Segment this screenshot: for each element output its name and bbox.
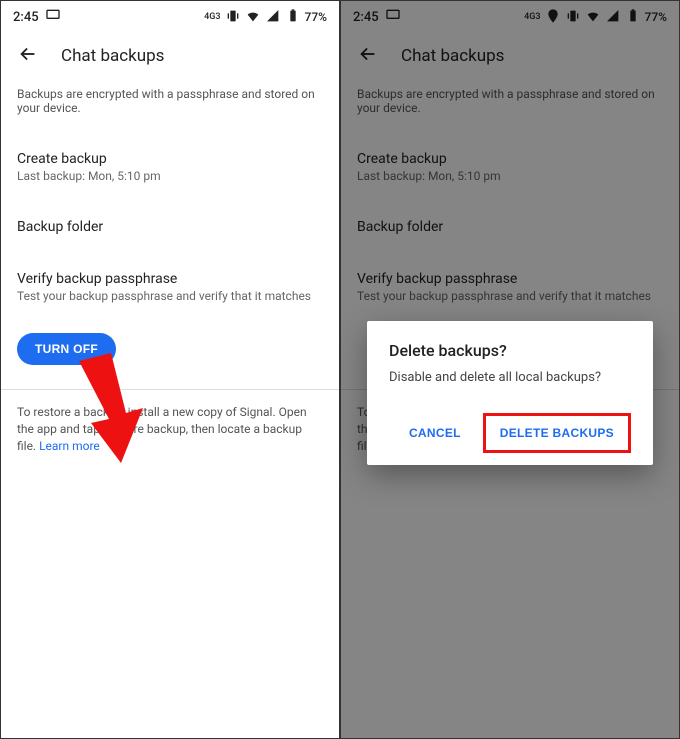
dialog-body: Disable and delete all local backups? [389, 370, 631, 385]
battery-icon [625, 8, 641, 27]
create-backup-title: Create backup [17, 151, 323, 167]
restore-hint: To restore a backup, install a new copy … [17, 404, 323, 454]
wifi-icon [245, 8, 261, 27]
cast-icon [385, 7, 401, 27]
signal-icon [265, 8, 281, 27]
vibrate-icon [565, 8, 581, 27]
delete-backups-dialog: Delete backups? Disable and delete all l… [367, 321, 653, 465]
cast-icon [45, 7, 61, 27]
backup-description: Backups are encrypted with a passphrase … [17, 87, 323, 115]
turn-off-button[interactable]: TURN OFF [17, 333, 116, 365]
network-label: 4G3 [204, 12, 220, 22]
create-backup-item[interactable]: Create backup Last backup: Mon, 5:10 pm [17, 139, 323, 207]
back-icon[interactable] [357, 43, 379, 69]
app-bar: Chat backups [1, 29, 339, 79]
status-time: 2:45 [353, 10, 379, 25]
delete-backups-button[interactable]: DELETE BACKUPS [490, 418, 624, 448]
screen-chat-backups: 2:45 4G3 77% Chat backups [0, 0, 340, 739]
backup-folder-item[interactable]: Backup folder [357, 207, 663, 259]
verify-subtitle: Test your backup passphrase and verify t… [357, 289, 663, 303]
back-icon[interactable] [17, 43, 39, 69]
cancel-button[interactable]: CANCEL [399, 413, 471, 453]
battery-pct: 77% [645, 10, 667, 24]
page-title: Chat backups [61, 46, 164, 66]
divider [1, 389, 339, 390]
verify-title: Verify backup passphrase [17, 271, 323, 287]
create-backup-subtitle: Last backup: Mon, 5:10 pm [17, 169, 323, 183]
learn-more-link[interactable]: Learn more [39, 439, 100, 453]
backup-folder-item[interactable]: Backup folder [17, 207, 323, 259]
status-time: 2:45 [13, 10, 39, 25]
create-backup-title: Create backup [357, 151, 663, 167]
screen-delete-dialog: 2:45 4G3 77% [340, 0, 680, 739]
vibrate-icon [225, 8, 241, 27]
backup-description: Backups are encrypted with a passphrase … [357, 87, 663, 115]
network-label: 4G3 [524, 12, 540, 22]
backup-folder-title: Backup folder [17, 219, 323, 235]
create-backup-item[interactable]: Create backup Last backup: Mon, 5:10 pm [357, 139, 663, 207]
battery-pct: 77% [305, 10, 327, 24]
status-bar: 2:45 4G3 77% [1, 1, 339, 29]
status-bar: 2:45 4G3 77% [341, 1, 679, 29]
dialog-title: Delete backups? [389, 341, 631, 360]
app-bar: Chat backups [341, 29, 679, 79]
battery-icon [285, 8, 301, 27]
create-backup-subtitle: Last backup: Mon, 5:10 pm [357, 169, 663, 183]
verify-passphrase-item[interactable]: Verify backup passphrase Test your backu… [357, 259, 663, 327]
verify-title: Verify backup passphrase [357, 271, 663, 287]
wifi-icon [585, 8, 601, 27]
backup-folder-title: Backup folder [357, 219, 663, 235]
verify-passphrase-item[interactable]: Verify backup passphrase Test your backu… [17, 259, 323, 327]
page-title: Chat backups [401, 46, 504, 66]
annotation-highlight: DELETE BACKUPS [483, 413, 631, 453]
signal-icon [605, 8, 621, 27]
location-icon [545, 8, 561, 27]
verify-subtitle: Test your backup passphrase and verify t… [17, 289, 323, 303]
